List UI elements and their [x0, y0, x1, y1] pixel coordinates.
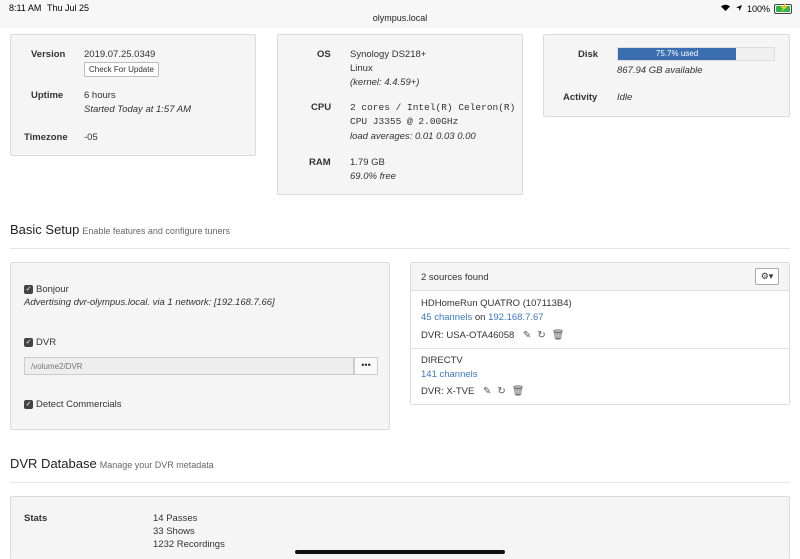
dvr-database-subtitle: Manage your DVR metadata: [99, 460, 214, 470]
stats-recordings: 1232 Recordings: [153, 539, 225, 550]
status-indicators: 100% ⚡: [720, 3, 792, 14]
os-line2: Linux: [350, 63, 373, 74]
disk-usage-fill: 75.7% used: [618, 48, 737, 60]
dvr-label: DVR: [36, 337, 57, 348]
os-label: OS: [317, 49, 331, 60]
bonjour-description: Advertising dvr-olympus.local. via 1 net…: [24, 297, 275, 308]
battery-icon: ⚡: [774, 2, 792, 14]
disk-available: 867.94 GB available: [617, 65, 703, 76]
source-name: DIRECTV: [421, 355, 463, 366]
address-host[interactable]: olympus.local: [0, 13, 800, 23]
source-dvr-line: DVR: X-TVE ✎ ↻ 🗑: [421, 385, 524, 398]
on-text: on: [474, 312, 486, 323]
checkmark-icon: ✓: [24, 338, 33, 347]
sources-header: 2 sources found ⚙▾: [411, 263, 789, 291]
cpu-line2: CPU J3355 @ 2.00GHz: [350, 116, 459, 127]
activity-label: Activity: [563, 92, 598, 103]
trash-icon[interactable]: 🗑: [512, 385, 525, 398]
cpu-line1: 2 cores / Intel(R) Celeron(R): [350, 102, 516, 113]
stats-label: Stats: [24, 513, 48, 524]
divider: [10, 482, 790, 483]
dvr-name: DVR: USA-OTA46058: [421, 330, 515, 341]
sources-settings-button[interactable]: ⚙▾: [755, 268, 779, 285]
detect-commercials-checkbox[interactable]: ✓ Detect Commercials: [24, 399, 122, 410]
ram-value: 1.79 GB: [350, 157, 385, 168]
system-storage-panel: Disk 75.7% used 867.94 GB available Acti…: [543, 34, 790, 117]
basic-setup-subtitle: Enable features and configure tuners: [82, 226, 230, 236]
edit-icon[interactable]: ✎: [523, 329, 531, 342]
timezone-label: Timezone: [24, 132, 68, 143]
check-update-button[interactable]: Check For Update: [84, 62, 159, 77]
source-dvr-line: DVR: USA-OTA46058 ✎ ↻ 🗑: [421, 329, 564, 342]
cpu-label: CPU: [311, 102, 332, 113]
detect-commercials-label: Detect Commercials: [36, 399, 122, 410]
home-indicator[interactable]: [295, 550, 505, 554]
browse-path-button[interactable]: •••: [354, 357, 378, 375]
refresh-icon[interactable]: ↻: [497, 385, 505, 398]
dvr-database-title: DVR Database: [10, 456, 97, 471]
refresh-icon[interactable]: ↻: [537, 329, 545, 342]
os-kernel: (kernel: 4.4.59+): [350, 77, 420, 88]
channels-link[interactable]: 45 channels: [421, 312, 472, 323]
version-value: 2019.07.25.0349: [84, 49, 156, 60]
basic-setup-heading: Basic Setup Enable features and configure…: [10, 222, 230, 237]
activity-value: Idle: [617, 92, 633, 103]
bonjour-label: Bonjour: [36, 284, 69, 295]
location-icon: [735, 4, 743, 14]
source-item: HDHomeRun QUATRO (107113B4) 45 channels …: [411, 291, 789, 349]
charging-icon: ⚡: [779, 2, 789, 12]
sources-panel: 2 sources found ⚙▾ HDHomeRun QUATRO (107…: [410, 262, 790, 405]
cpu-load: load averages: 0.01 0.03 0.00: [350, 131, 476, 142]
bonjour-checkbox[interactable]: ✓ Bonjour: [24, 284, 69, 295]
source-name: HDHomeRun QUATRO (107113B4): [421, 298, 572, 309]
system-version-panel: Version 2019.07.25.0349 Check For Update…: [10, 34, 256, 156]
basic-setup-title: Basic Setup: [10, 222, 80, 237]
trash-icon[interactable]: 🗑: [552, 329, 565, 342]
status-date: Thu Jul 25: [47, 3, 90, 13]
dvr-path-input[interactable]: [24, 357, 354, 375]
stats-passes: 14 Passes: [153, 513, 198, 524]
dvr-database-heading: DVR Database Manage your DVR metadata: [10, 456, 214, 471]
version-label: Version: [31, 49, 66, 60]
ram-label: RAM: [309, 157, 331, 168]
battery-percent: 100%: [746, 3, 770, 14]
system-hardware-panel: OS Synology DS218+ Linux (kernel: 4.4.59…: [277, 34, 523, 195]
ram-free: 69.0% free: [350, 171, 396, 182]
dvr-name: DVR: X-TVE: [421, 386, 475, 397]
device-ip-link[interactable]: 192.168.7.67: [488, 312, 543, 323]
edit-icon[interactable]: ✎: [483, 385, 491, 398]
gear-icon: ⚙▾: [760, 271, 774, 281]
uptime-label: Uptime: [31, 90, 64, 101]
uptime-started: Started Today at 1:57 AM: [84, 104, 192, 115]
dvr-checkbox[interactable]: ✓ DVR: [24, 337, 56, 348]
source-item: DIRECTV 141 channels DVR: X-TVE ✎ ↻ 🗑: [411, 349, 789, 404]
source-channels: 45 channels on 192.168.7.67: [421, 311, 544, 324]
timezone-value: -05: [84, 132, 98, 143]
status-time: 8:11 AM: [9, 3, 42, 13]
stats-shows: 33 Shows: [153, 526, 195, 537]
status-bar: 8:11 AM Thu Jul 25 olympus.local 100% ⚡: [0, 0, 800, 28]
disk-usage-bar: 75.7% used: [617, 47, 775, 61]
divider: [10, 248, 790, 249]
basic-setup-panel: ✓ Bonjour Advertising dvr-olympus.local.…: [10, 262, 390, 430]
checkmark-icon: ✓: [24, 400, 33, 409]
sources-count: 2 sources found: [421, 272, 489, 283]
channels-link[interactable]: 141 channels: [421, 368, 478, 381]
os-line1: Synology DS218+: [350, 49, 427, 60]
wifi-icon: [720, 3, 731, 14]
checkmark-icon: ✓: [24, 285, 33, 294]
uptime-value: 6 hours: [84, 90, 116, 101]
disk-label: Disk: [578, 49, 599, 60]
